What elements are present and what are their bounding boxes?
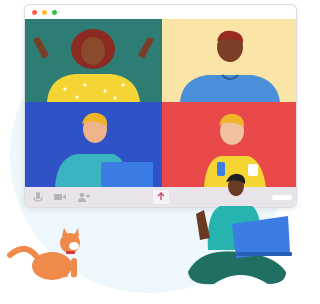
share-screen-button[interactable] (153, 190, 169, 204)
call-controls-bar (25, 187, 296, 207)
add-participant-button[interactable] (77, 190, 91, 204)
participant-avatar (55, 112, 153, 187)
participant-tile-top-right[interactable] (162, 19, 296, 102)
video-camera-icon (54, 194, 66, 200)
participant-tile-top-left[interactable] (25, 19, 162, 102)
close-dot-icon[interactable] (32, 10, 37, 15)
maximize-dot-icon[interactable] (52, 10, 57, 15)
more-options-button[interactable] (271, 190, 293, 204)
more-bar-icon (272, 195, 292, 200)
participant-tile-bottom-left[interactable] (25, 102, 162, 187)
share-upload-icon (157, 192, 165, 200)
participant-avatar (33, 29, 154, 102)
window-titlebar (25, 5, 296, 19)
camera-button[interactable] (53, 190, 67, 204)
minimize-dot-icon[interactable] (42, 10, 47, 15)
add-person-icon (78, 192, 90, 202)
participant-tile-bottom-right[interactable] (162, 102, 296, 187)
participant-avatar (180, 30, 280, 102)
microphone-icon (33, 192, 43, 202)
microphone-button[interactable] (31, 190, 45, 204)
participant-avatar (204, 113, 266, 187)
video-call-window (24, 4, 297, 208)
